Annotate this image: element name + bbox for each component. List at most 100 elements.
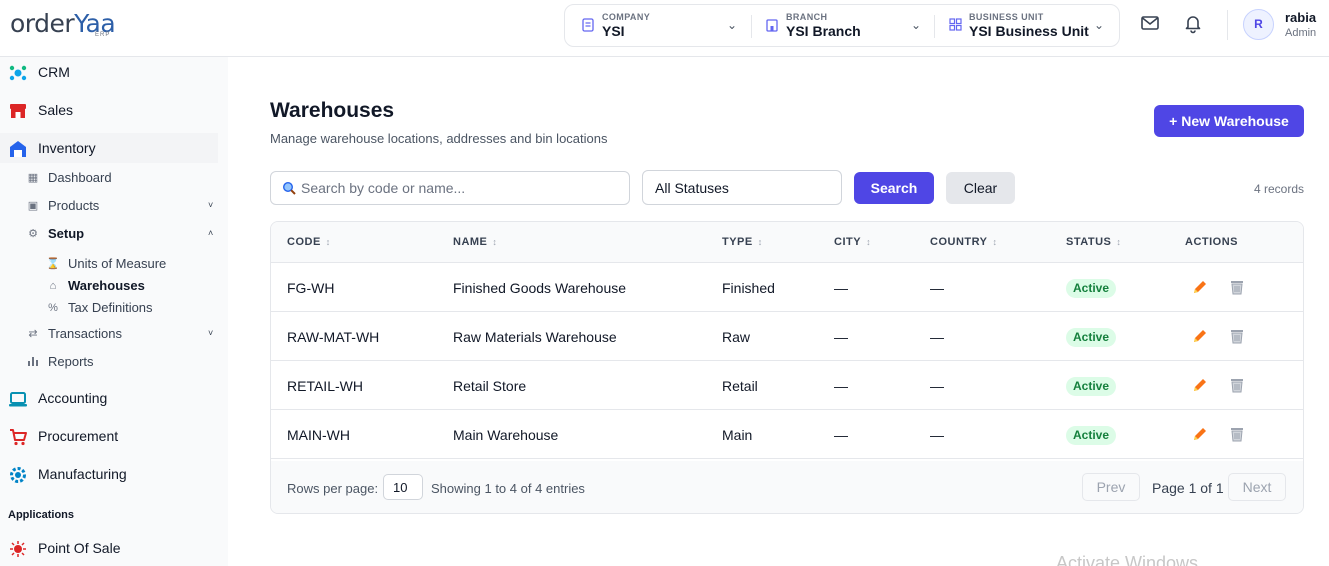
user-name: rabia [1285, 10, 1317, 25]
new-warehouse-button[interactable]: + New Warehouse [1154, 105, 1304, 137]
trash-icon[interactable] [1228, 327, 1246, 345]
next-page-button[interactable]: Next [1228, 473, 1286, 501]
trash-icon[interactable] [1228, 425, 1246, 443]
cell-name: Raw Materials Warehouse [453, 329, 617, 345]
cell-name: Main Warehouse [453, 427, 559, 443]
edit-icon[interactable] [1191, 278, 1209, 296]
crm-icon [8, 63, 28, 83]
edit-icon[interactable] [1191, 327, 1209, 345]
bell-icon[interactable] [1182, 12, 1204, 34]
mail-icon[interactable] [1139, 12, 1161, 34]
company-caption: COMPANY [602, 12, 651, 22]
sidebar-item-crm[interactable]: CRM [0, 57, 228, 87]
sidebar-item-setup[interactable]: ⚙ Setup ˄ [26, 223, 226, 245]
company-selector[interactable]: COMPANY YSI ⌄ [581, 5, 751, 46]
logo-subtitle: ERP [95, 32, 111, 38]
search-button[interactable]: Search [854, 172, 934, 204]
chevron-down-icon: ˅ [208, 328, 214, 338]
rows-per-page-select[interactable]: 10 [383, 474, 423, 500]
status-badge: Active [1066, 279, 1117, 298]
pos-icon [8, 539, 28, 559]
sort-icon: ↕ [992, 237, 998, 247]
column-header-type[interactable]: TYPE ↕ [722, 236, 763, 248]
cell-type: Raw [722, 329, 751, 345]
business-unit-selector[interactable]: BUSINESS UNIT YSI Business Unit ⌄ [948, 5, 1108, 46]
edit-icon[interactable] [1191, 425, 1209, 443]
sidebar-item-label: Inventory [38, 140, 96, 156]
status-badge: Active [1066, 377, 1117, 396]
rows-per-page-label: Rows per page: [287, 481, 379, 496]
cell-country: — [930, 329, 944, 345]
sort-icon: ↕ [866, 237, 872, 247]
page-subtitle: Manage warehouse locations, addresses an… [270, 131, 608, 146]
context-selector: COMPANY YSI ⌄ BRANCH YSI Branch ⌄ BUSINE… [564, 4, 1120, 47]
column-header-status[interactable]: STATUS ↕ [1066, 236, 1121, 248]
table-row: RAW-MAT-WH Raw Materials Warehouse Raw —… [271, 312, 1303, 361]
trash-icon[interactable] [1228, 278, 1246, 296]
sidebar-item-label: Procurement [38, 428, 119, 444]
sidebar-item-inventory[interactable]: Inventory [0, 133, 218, 163]
column-header-name[interactable]: NAME ↕ [453, 236, 497, 248]
sidebar-item-procurement[interactable]: Procurement [0, 421, 228, 451]
column-header-code[interactable]: CODE ↕ [287, 236, 331, 248]
sidebar-item-dashboard[interactable]: ▦ Dashboard [26, 167, 226, 189]
sidebar-item-tax-definitions[interactable]: % Tax Definitions [46, 298, 226, 318]
applications-heading: Applications [8, 509, 75, 521]
edit-icon[interactable] [1191, 376, 1209, 394]
sidebar-item-products[interactable]: ▣ Products ˅ [26, 195, 226, 217]
status-badge: Active [1066, 426, 1117, 445]
cell-type: Retail [722, 378, 758, 394]
building-icon [765, 18, 779, 32]
sidebar-item-accounting[interactable]: Accounting [0, 383, 228, 413]
user-role: Admin [1285, 27, 1317, 39]
chevron-down-icon: ⌄ [1094, 18, 1105, 32]
sidebar-item-transactions[interactable]: ⇄ Transactions ˅ [26, 323, 226, 345]
branch-value: YSI Branch [786, 23, 861, 39]
record-count: 4 records [1253, 182, 1304, 196]
sidebar-item-label: Accounting [38, 390, 108, 406]
sidebar: CRM Sales Inventory ▦ Dashboard ▣ Produc… [0, 57, 228, 566]
cell-code: RAW-MAT-WH [287, 329, 380, 345]
prev-page-button[interactable]: Prev [1082, 473, 1140, 501]
column-header-actions: ACTIONS [1185, 236, 1238, 248]
cell-code: MAIN-WH [287, 427, 350, 443]
warehouse-icon: ⌂ [49, 280, 57, 292]
cell-city: — [834, 329, 848, 345]
sidebar-item-manufacturing[interactable]: Manufacturing [0, 459, 228, 489]
sidebar-item-reports[interactable]: Reports [26, 351, 226, 373]
sidebar-item-label: CRM [38, 64, 70, 80]
top-header: orderYaa ERP COMPANY YSI ⌄ BRANCH YSI Br… [0, 0, 1329, 57]
chevron-down-icon: ⌄ [727, 18, 738, 32]
search-field[interactable] [270, 171, 630, 205]
sidebar-item-label: Sales [38, 102, 74, 118]
sidebar-item-sales[interactable]: Sales [0, 95, 228, 125]
bar-chart-icon [26, 355, 40, 369]
clear-button[interactable]: Clear [946, 172, 1015, 204]
sidebar-item-label: Manufacturing [38, 466, 127, 482]
sidebar-item-warehouses[interactable]: ⌂ Warehouses [46, 276, 226, 296]
status-badge: Active [1066, 328, 1117, 347]
store-icon [8, 101, 28, 121]
avatar[interactable]: R [1243, 9, 1274, 40]
business-unit-caption: BUSINESS UNIT [969, 12, 1044, 22]
table-row: MAIN-WH Main Warehouse Main — — Active [271, 410, 1303, 459]
cell-country: — [930, 378, 944, 394]
business-unit-value: YSI Business Unit [969, 23, 1089, 39]
column-header-country[interactable]: COUNTRY ↕ [930, 236, 997, 248]
cell-name: Finished Goods Warehouse [453, 280, 627, 296]
hourglass-icon: ⌛ [46, 258, 60, 270]
windows-activation-watermark: Activate Windows [1056, 553, 1199, 566]
chevron-down-icon: ⌄ [911, 18, 922, 32]
laptop-icon [8, 389, 28, 409]
branch-selector[interactable]: BRANCH YSI Branch ⌄ [765, 5, 935, 46]
status-filter-select[interactable]: All Statuses [642, 170, 842, 205]
box-icon: ▣ [27, 200, 39, 212]
column-header-city[interactable]: CITY ↕ [834, 236, 871, 248]
branch-caption: BRANCH [786, 12, 828, 22]
table-footer: Rows per page: 10 Showing 1 to 4 of 4 en… [271, 461, 1303, 513]
cell-code: RETAIL-WH [287, 378, 363, 394]
trash-icon[interactable] [1228, 376, 1246, 394]
sidebar-item-point-of-sale[interactable]: Point Of Sale [0, 533, 228, 563]
search-input[interactable] [301, 178, 621, 198]
sidebar-item-units-of-measure[interactable]: ⌛ Units of Measure [46, 254, 226, 274]
